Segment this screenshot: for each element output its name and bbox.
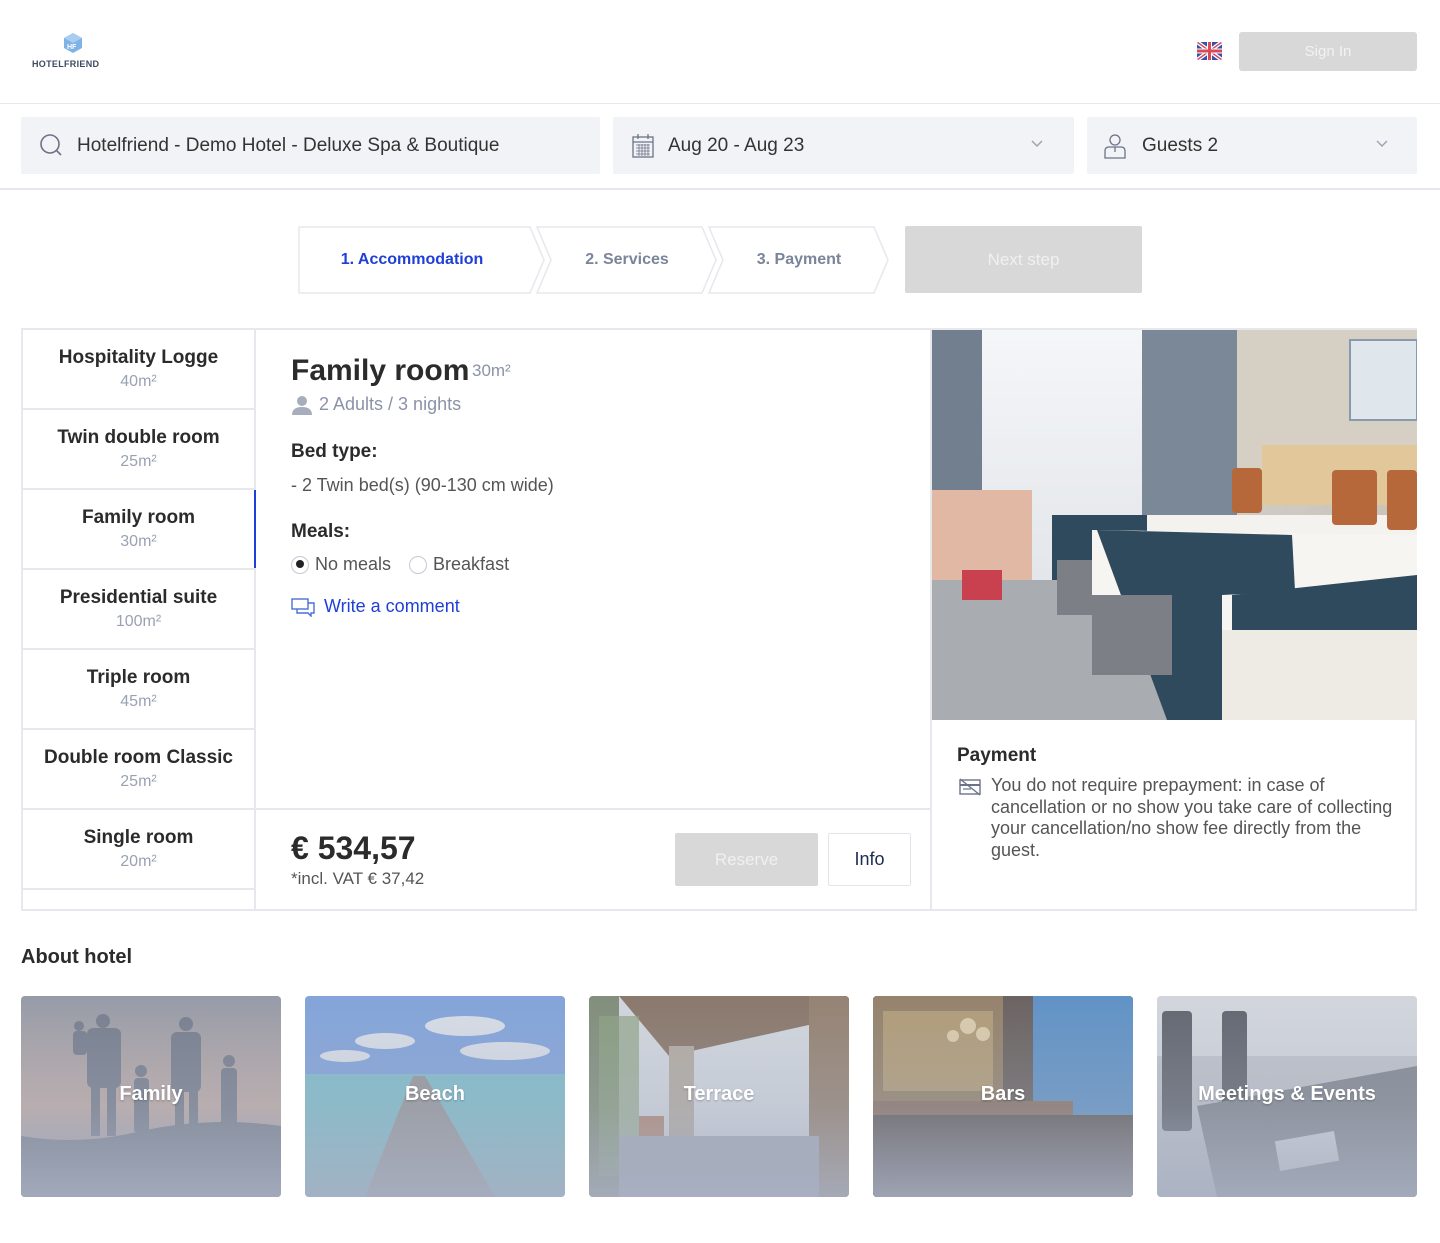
about-tile-beach[interactable]: Beach xyxy=(305,996,565,1197)
calendar-icon xyxy=(632,133,654,158)
room-list-item[interactable]: Single room 20m² xyxy=(23,810,254,890)
room-title: Family room xyxy=(291,354,470,387)
occupancy: 2 Adults / 3 nights xyxy=(291,394,461,415)
sign-in-button[interactable]: Sign In xyxy=(1239,32,1417,71)
total-price: € 534,57 xyxy=(291,830,416,866)
price-bar: € 534,57 *incl. VAT € 37,42 Reserve Info xyxy=(256,808,930,909)
uk-flag-icon[interactable] xyxy=(1197,42,1222,60)
tile-label: Beach xyxy=(404,1083,466,1105)
guests-selector[interactable]: Guests 2 xyxy=(1087,117,1417,174)
person-icon xyxy=(292,395,312,415)
tile-label: Family xyxy=(119,1083,183,1105)
room-list-item[interactable]: Triple room 45m² xyxy=(23,650,254,730)
payment-title: Payment xyxy=(957,745,1037,766)
room-size: 30m² xyxy=(472,361,511,380)
chevron-down-icon xyxy=(1031,140,1043,147)
meals-label: Meals: xyxy=(291,521,351,542)
room-list-item[interactable]: Double room Classic 25m² xyxy=(23,730,254,810)
room-list: Hospitality Logge 40m² Twin double room … xyxy=(23,330,256,909)
no-card-icon xyxy=(959,778,981,796)
about-tile-meetings-events[interactable]: Meetings & Events xyxy=(1157,996,1417,1197)
guests-value: Guests 2 xyxy=(1142,134,1219,156)
room-photo[interactable] xyxy=(932,330,1417,720)
logo-text: HOTELFRIEND xyxy=(32,59,100,69)
about-hotel-title: About hotel xyxy=(21,946,133,968)
step-accommodation[interactable]: 1. Accommodation xyxy=(298,226,546,294)
about-tile-family[interactable]: Family xyxy=(21,996,281,1197)
bed-type-label: Bed type: xyxy=(291,441,378,462)
room-list-item[interactable]: Presidential suite 100m² xyxy=(23,570,254,650)
date-range-picker[interactable]: Aug 20 - Aug 23 xyxy=(613,117,1074,174)
reserve-button[interactable]: Reserve xyxy=(675,833,818,886)
search-bar: Hotelfriend - Demo Hotel - Deluxe Spa & … xyxy=(0,104,1440,190)
meal-options: No meals Breakfast xyxy=(291,554,527,575)
meal-option-no-meals[interactable]: No meals xyxy=(291,554,391,575)
room-details: Family room 30m² 2 Adults / 3 nights Bed… xyxy=(256,330,932,909)
room-side-panel: Payment You do not require prepayment: i… xyxy=(932,330,1417,909)
comment-icon xyxy=(291,597,315,617)
room-list-item-active[interactable]: Family room 30m² xyxy=(23,490,256,570)
chevron-down-icon xyxy=(1376,140,1388,147)
logo-cube-icon: HF xyxy=(64,33,82,53)
step-payment[interactable]: 3. Payment xyxy=(708,226,890,294)
vat-note: *incl. VAT € 37,42 xyxy=(291,869,425,888)
tile-label: Meetings & Events xyxy=(1198,1083,1376,1105)
about-tile-terrace[interactable]: Terrace xyxy=(589,996,849,1197)
payment-text: You do not require prepayment: in case o… xyxy=(991,775,1393,860)
room-list-item[interactable]: Hospitality Logge 40m² xyxy=(23,330,254,410)
hotel-search-field[interactable]: Hotelfriend - Demo Hotel - Deluxe Spa & … xyxy=(21,117,600,174)
booking-steps: 1. Accommodation 2. Services 3. Payment xyxy=(298,226,898,294)
hotel-name-value: Hotelfriend - Demo Hotel - Deluxe Spa & … xyxy=(77,134,500,156)
dates-value: Aug 20 - Aug 23 xyxy=(668,134,805,156)
tile-label: Bars xyxy=(980,1083,1026,1105)
info-button[interactable]: Info xyxy=(828,833,911,886)
top-bar: HF HOTELFRIEND Sign In xyxy=(0,0,1440,104)
bed-type-value: - 2 Twin bed(s) (90-130 cm wide) xyxy=(291,475,554,495)
about-tile-bars[interactable]: Bars xyxy=(873,996,1133,1197)
room-panel: Hospitality Logge 40m² Twin double room … xyxy=(21,328,1417,911)
hotelfriend-logo[interactable]: HF HOTELFRIEND xyxy=(32,32,116,72)
step-services[interactable]: 2. Services xyxy=(536,226,718,294)
room-list-item[interactable]: Twin double room 25m² xyxy=(23,410,254,490)
write-comment-link[interactable]: Write a comment xyxy=(291,596,460,617)
next-step-button[interactable]: Next step xyxy=(905,226,1142,293)
tile-label: Terrace xyxy=(683,1083,755,1105)
user-icon xyxy=(1104,133,1126,159)
radio-selected[interactable] xyxy=(291,555,309,574)
meal-option-breakfast[interactable]: Breakfast xyxy=(409,554,509,575)
svg-text:HF: HF xyxy=(67,44,77,51)
radio-unselected[interactable] xyxy=(409,555,428,574)
search-icon xyxy=(40,133,62,156)
